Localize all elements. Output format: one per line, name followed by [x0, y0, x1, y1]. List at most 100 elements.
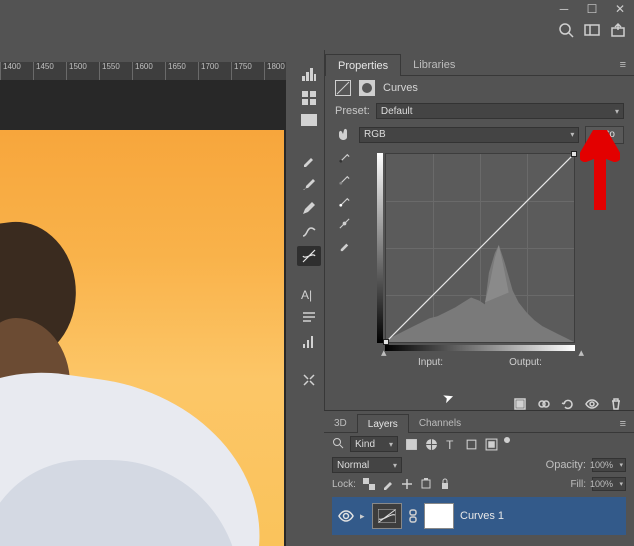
- ruler-tick: 1750: [231, 62, 264, 80]
- ruler-tick: 1700: [198, 62, 231, 80]
- brush-icon[interactable]: [297, 174, 321, 194]
- close-button[interactable]: ✕: [606, 0, 634, 18]
- tools-icon[interactable]: [297, 370, 321, 390]
- sample-black-icon[interactable]: [337, 150, 351, 164]
- ruler-tick: 1550: [99, 62, 132, 80]
- character-icon[interactable]: A|: [297, 284, 321, 304]
- eyedropper-icon[interactable]: [297, 150, 321, 170]
- tab-libraries[interactable]: Libraries: [401, 54, 467, 75]
- svg-text:T: T: [446, 438, 453, 451]
- smooth-icon[interactable]: [297, 222, 321, 242]
- hand-sampler-icon[interactable]: [335, 125, 353, 144]
- tab-properties[interactable]: Properties: [325, 54, 401, 76]
- color-icon[interactable]: [297, 112, 321, 132]
- layers-panel: 3D Layers Channels ≡ Kind T Normal Opaci…: [324, 410, 634, 546]
- filter-type-icon[interactable]: T: [444, 437, 458, 451]
- layer-row-curves1[interactable]: ▸ Curves 1: [332, 497, 626, 535]
- input-label: Input:: [418, 357, 443, 368]
- lock-label: Lock:: [332, 479, 356, 490]
- lock-row: Lock: Fill: 100%: [324, 475, 634, 493]
- output-label: Output:: [509, 357, 542, 368]
- topright-icons: [558, 22, 626, 38]
- window-controls: ─ ☐ ✕: [550, 0, 634, 18]
- filter-smartobj-icon[interactable]: [484, 437, 498, 451]
- curves-icon[interactable]: [297, 246, 321, 266]
- ruler-tick: 1650: [165, 62, 198, 80]
- layer-name[interactable]: Curves 1: [460, 510, 620, 522]
- workspace-icon[interactable]: [584, 22, 600, 38]
- filter-toggle-icon[interactable]: [504, 437, 510, 443]
- ruler-tick: 1800: [264, 62, 286, 80]
- blend-mode-select[interactable]: Normal: [332, 457, 402, 473]
- vertical-ramp: [377, 153, 383, 343]
- fill-field[interactable]: 100%: [592, 477, 626, 491]
- sample-white-icon[interactable]: [337, 194, 351, 208]
- panel-tabbar: Properties Libraries ≡: [325, 50, 634, 76]
- share-icon[interactable]: [610, 22, 626, 38]
- ruler-tick: 1500: [66, 62, 99, 80]
- filter-row: Kind T: [324, 433, 634, 455]
- auto-button[interactable]: Auto: [585, 126, 624, 144]
- filter-pixel-icon[interactable]: [404, 437, 418, 451]
- preset-select[interactable]: Default: [376, 103, 624, 119]
- svg-text:A|: A|: [301, 288, 312, 302]
- layer-visibility-icon[interactable]: [338, 508, 354, 524]
- layers-tabbar: 3D Layers Channels ≡: [324, 411, 634, 433]
- ruler-tick: 1600: [132, 62, 165, 80]
- paragraph-icon[interactable]: [297, 308, 321, 328]
- sample-gray-icon[interactable]: [337, 172, 351, 186]
- fill-label: Fill:: [570, 479, 586, 490]
- channel-row: RGB Auto: [325, 122, 634, 147]
- horizontal-ramp: [385, 345, 575, 351]
- curve-line: [386, 154, 574, 342]
- minimize-button[interactable]: ─: [550, 0, 578, 18]
- curve-point-white[interactable]: [571, 151, 577, 157]
- lock-all-icon[interactable]: [438, 477, 452, 491]
- opacity-label: Opacity:: [546, 459, 586, 471]
- adjustment-header: Curves: [325, 76, 634, 100]
- collapsed-panel-bar: A|: [295, 60, 323, 394]
- filter-adjustment-icon[interactable]: [424, 437, 438, 451]
- expand-bracket: ▸: [360, 502, 366, 530]
- swatches-icon[interactable]: [297, 88, 321, 108]
- curves-adjustment-icon: [335, 80, 351, 96]
- lock-artboard-icon[interactable]: [419, 477, 433, 491]
- canvas-image[interactable]: [0, 130, 284, 546]
- black-slider[interactable]: ▴: [381, 346, 387, 359]
- curve-point-tool-icon[interactable]: [337, 216, 351, 230]
- layer-mask-thumbnail[interactable]: [424, 503, 454, 529]
- panel-menu-icon[interactable]: ≡: [612, 55, 634, 75]
- lock-transparency-icon[interactable]: [362, 477, 376, 491]
- ruler-tick: 1450: [33, 62, 66, 80]
- filter-kind-select[interactable]: Kind: [350, 436, 398, 452]
- histogram-icon[interactable]: [297, 64, 321, 84]
- white-slider[interactable]: ▴: [578, 346, 584, 359]
- blend-row: Normal Opacity: 100%: [324, 455, 634, 475]
- tab-3d[interactable]: 3D: [324, 414, 357, 432]
- layers-menu-icon[interactable]: ≡: [612, 416, 634, 432]
- preset-row: Preset: Default: [325, 100, 634, 122]
- canvas-area: [0, 80, 286, 546]
- curve-draw-tool-icon[interactable]: [337, 238, 351, 252]
- layer-thumbnail-adjustment[interactable]: [372, 503, 402, 529]
- lock-pixels-icon[interactable]: [381, 477, 395, 491]
- maximize-button[interactable]: ☐: [578, 0, 606, 18]
- curves-graph[interactable]: ▴ ▴: [385, 153, 580, 343]
- levels-icon[interactable]: [297, 332, 321, 352]
- search-icon[interactable]: [558, 22, 574, 38]
- link-mask-icon[interactable]: [408, 509, 418, 523]
- adjustment-label: Curves: [383, 82, 418, 94]
- mask-icon: [359, 80, 375, 96]
- filter-search-icon[interactable]: [332, 437, 344, 452]
- channel-select[interactable]: RGB: [359, 127, 579, 143]
- lock-position-icon[interactable]: [400, 477, 414, 491]
- tab-layers[interactable]: Layers: [357, 414, 409, 433]
- io-labels: Input: Output:: [385, 357, 575, 368]
- preset-label: Preset:: [335, 105, 370, 117]
- pencil-icon[interactable]: [297, 198, 321, 218]
- opacity-field[interactable]: 100%: [592, 458, 626, 472]
- horizontal-ruler: 1400 1450 1500 1550 1600 1650 1700 1750 …: [0, 62, 286, 80]
- ruler-tick: 1400: [0, 62, 33, 80]
- filter-shape-icon[interactable]: [464, 437, 478, 451]
- tab-channels[interactable]: Channels: [409, 414, 471, 432]
